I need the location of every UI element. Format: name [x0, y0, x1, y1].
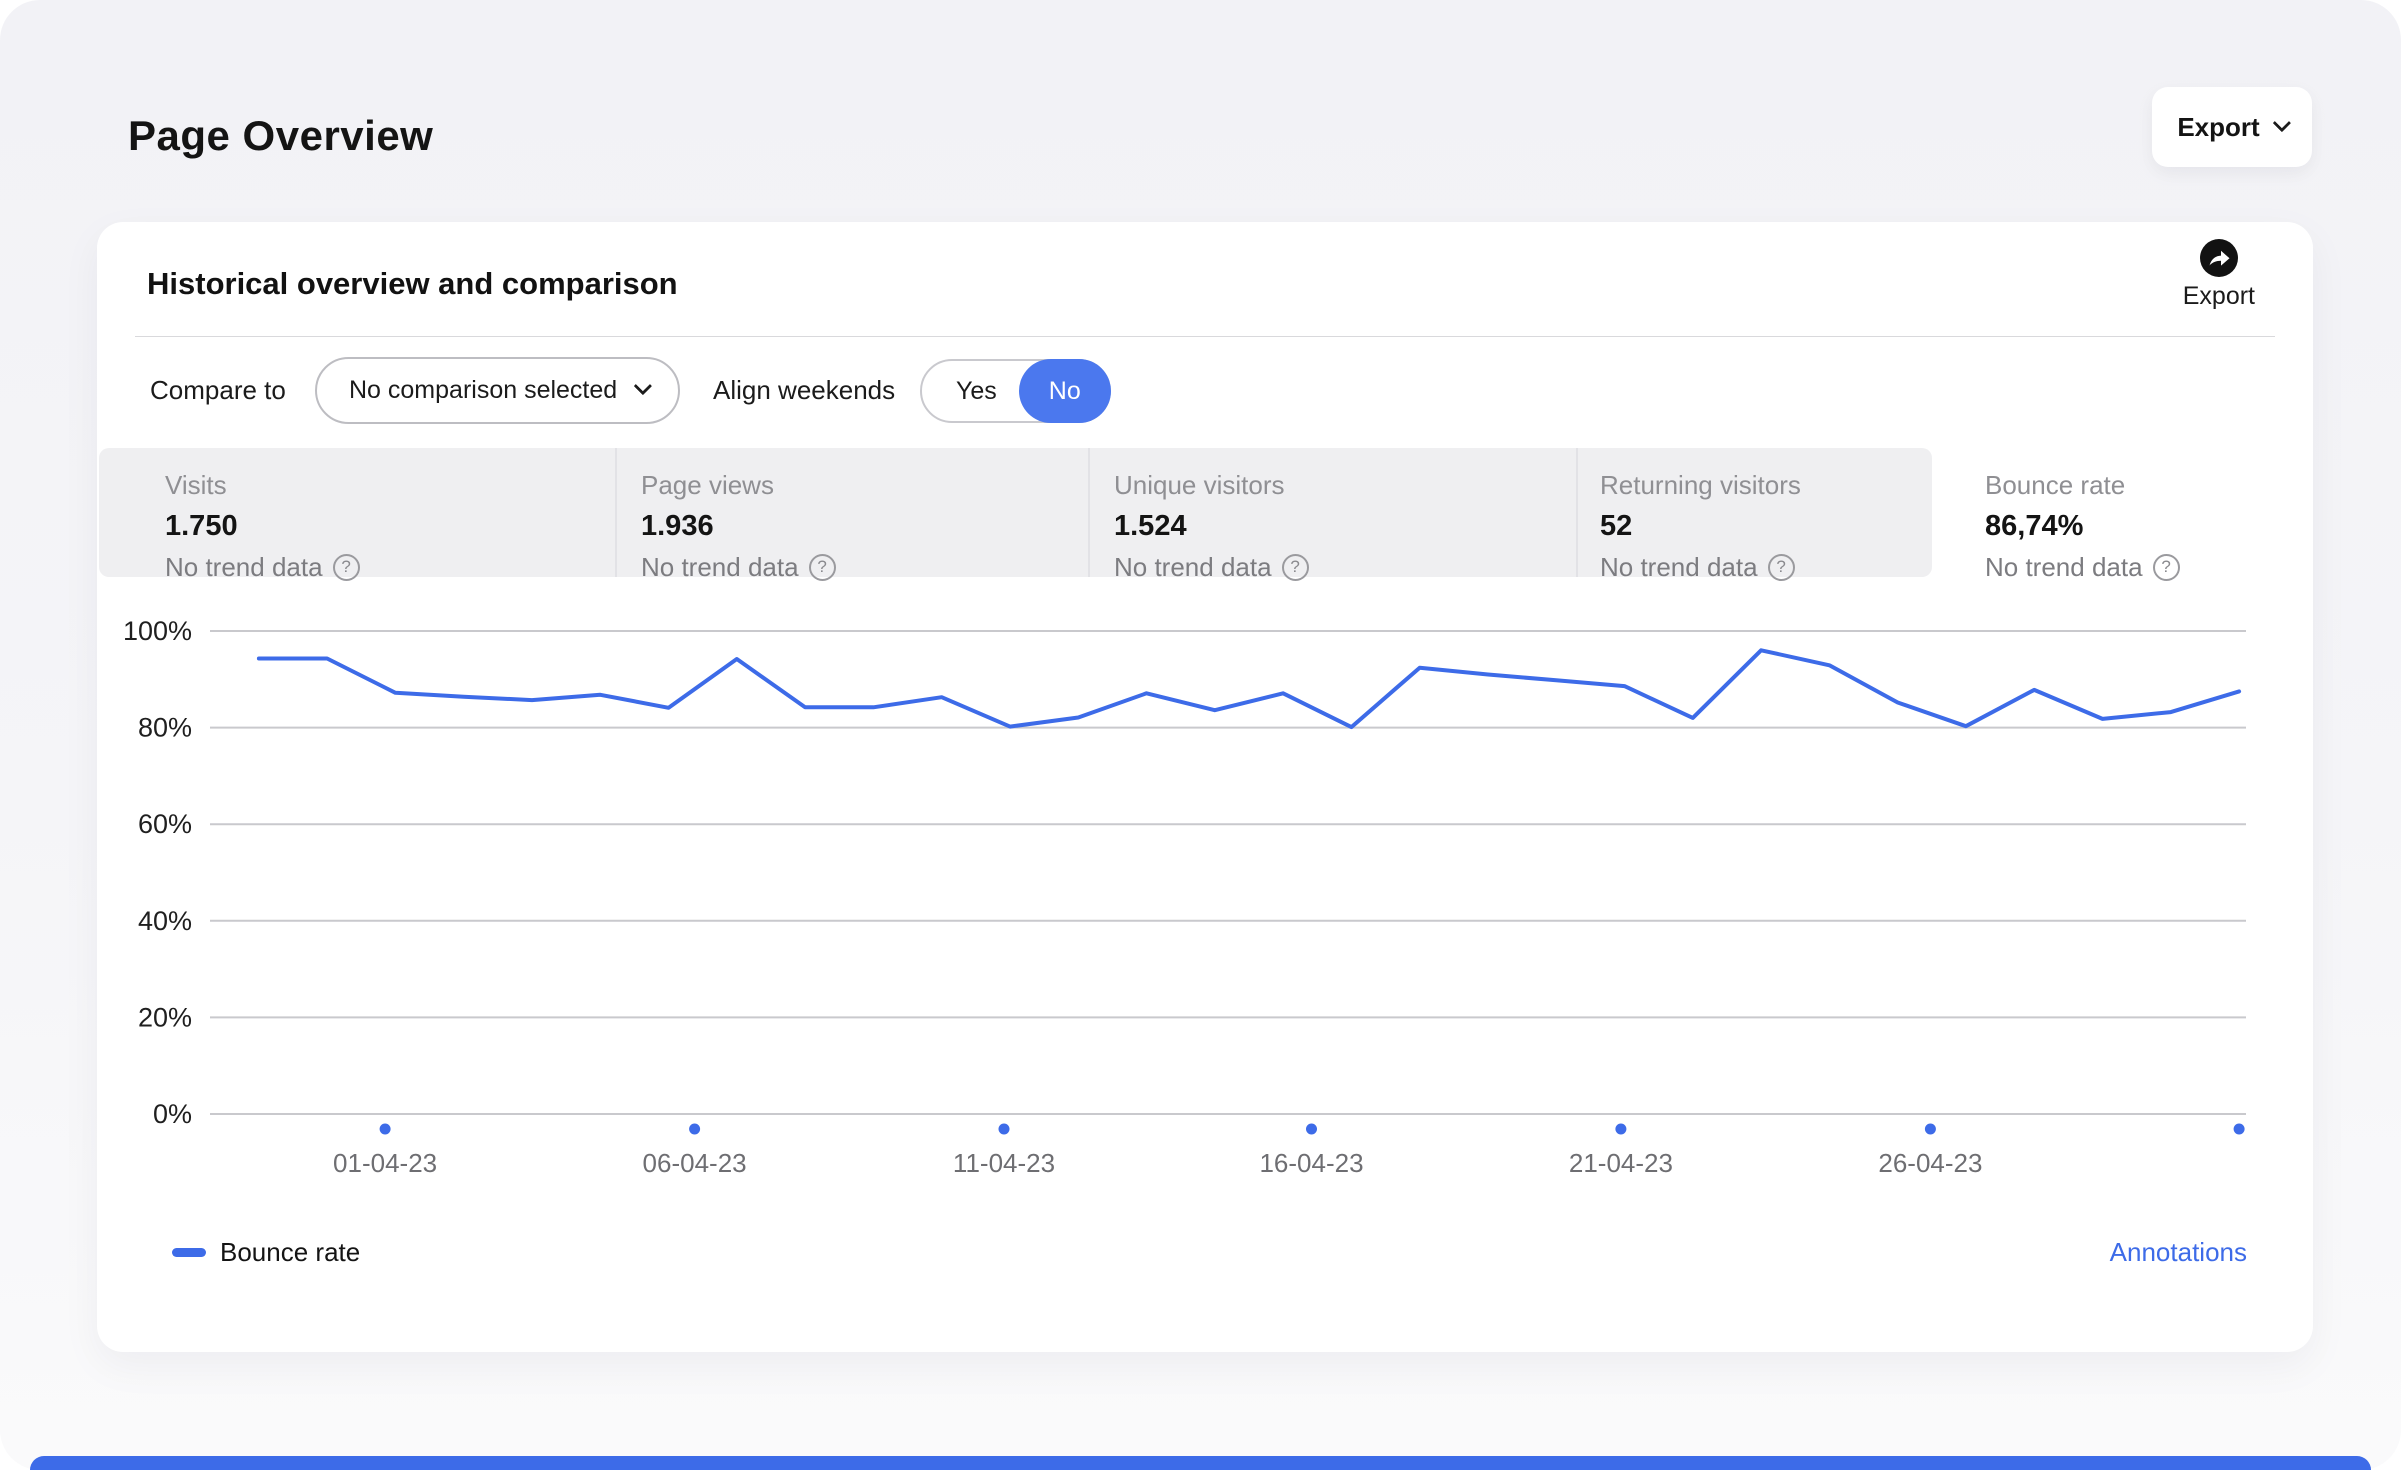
chart-canvas: 100% 80% 60% 40% 20% 0% 01-04-23 06-04-23 11-04-…	[110, 615, 2250, 1190]
x-axis-tick-label: 11-04-23	[953, 1148, 1055, 1178]
header-divider	[135, 336, 2275, 337]
legend-item-bounce-rate: Bounce rate	[172, 1237, 360, 1268]
y-axis-tick-label: 0%	[153, 1099, 192, 1129]
stat-trend: No trend data	[1600, 546, 1758, 588]
align-weekends-toggle[interactable]: Yes No	[920, 359, 1111, 423]
bounce-rate-line	[259, 650, 2239, 727]
x-axis-tick-dot	[1615, 1124, 1626, 1135]
x-axis-tick-dot	[1306, 1124, 1317, 1135]
compare-to-label: Compare to	[150, 375, 286, 406]
stat-tile-visits[interactable]: Visits 1.750 No trend data	[99, 448, 617, 577]
annotations-link[interactable]: Annotations	[2110, 1237, 2247, 1268]
chart-controls: Compare to No comparison selected Align …	[97, 355, 2313, 427]
x-axis-tick-label: 06-04-23	[643, 1148, 747, 1178]
toggle-yes-option[interactable]: Yes	[922, 361, 1021, 421]
x-axis-tick-label: 26-04-23	[1878, 1148, 1982, 1178]
comparison-dropdown[interactable]: No comparison selected	[315, 357, 680, 424]
stat-label: Page views	[641, 464, 1090, 506]
bounce-rate-chart: 100% 80% 60% 40% 20% 0% 01-04-23 06-04-23 11-04-…	[110, 615, 2250, 1190]
stat-label: Visits	[165, 464, 617, 506]
bottom-blue-strip	[30, 1456, 2371, 1470]
stat-trend: No trend data	[641, 546, 799, 588]
card-export-label: Export	[2183, 282, 2255, 311]
x-axis-tick-label: 16-04-23	[1259, 1148, 1363, 1178]
stat-trend: No trend data	[165, 546, 323, 588]
x-axis-tick-label: 21-04-23	[1569, 1148, 1673, 1178]
stat-trend: No trend data	[1114, 546, 1272, 588]
stat-label: Returning visitors	[1600, 464, 1932, 506]
toggle-no-option[interactable]: No	[1019, 359, 1111, 423]
stat-value: 1.750	[165, 506, 617, 546]
y-axis-tick-label: 40%	[138, 906, 192, 936]
x-axis-tick-dot	[1925, 1124, 1936, 1135]
page-background: Page Overview Export Historical overview…	[0, 0, 2401, 1470]
help-icon	[333, 554, 360, 581]
y-axis-tick-label: 20%	[138, 1002, 192, 1032]
x-axis-tick-dot	[999, 1124, 1010, 1135]
stat-tile-page-views[interactable]: Page views 1.936 No trend data	[617, 448, 1090, 577]
share-export-icon	[2199, 238, 2239, 278]
page-title: Page Overview	[128, 112, 433, 160]
y-axis-tick-label: 60%	[138, 809, 192, 839]
chevron-down-icon	[634, 377, 652, 395]
historical-overview-card: Historical overview and comparison Expor…	[97, 222, 2313, 1352]
x-axis-tick-dot	[380, 1124, 391, 1135]
y-axis-tick-label: 80%	[138, 713, 192, 743]
chevron-down-icon	[2272, 113, 2290, 131]
card-title: Historical overview and comparison	[147, 266, 678, 302]
stat-value: 1.524	[1114, 506, 1578, 546]
stat-value: 52	[1600, 506, 1932, 546]
export-button[interactable]: Export	[2152, 87, 2312, 167]
stat-trend: No trend data	[1985, 546, 2143, 588]
stats-row: Visits 1.750 No trend data Page views 1.…	[99, 448, 2311, 577]
stat-value: 86,74%	[1985, 506, 2311, 546]
help-icon	[2153, 554, 2180, 581]
stat-tile-unique-visitors[interactable]: Unique visitors 1.524 No trend data	[1090, 448, 1578, 577]
stat-tile-returning-visitors[interactable]: Returning visitors 52 No trend data	[1578, 448, 1932, 577]
y-axis-tick-label: 100%	[123, 616, 192, 646]
help-icon	[1768, 554, 1795, 581]
help-icon	[809, 554, 836, 581]
align-weekends-label: Align weekends	[713, 375, 895, 406]
x-axis-tick-dot	[2234, 1124, 2245, 1135]
stat-value: 1.936	[641, 506, 1090, 546]
x-axis-tick-label: 01-04-23	[333, 1148, 437, 1178]
legend-swatch	[172, 1248, 206, 1257]
comparison-dropdown-value: No comparison selected	[349, 376, 617, 405]
stat-tile-bounce-rate[interactable]: Bounce rate 86,74% No trend data	[1932, 448, 2311, 577]
chart-footer: Bounce rate Annotations	[97, 1227, 2313, 1287]
stat-label: Bounce rate	[1985, 464, 2311, 506]
export-button-label: Export	[2177, 112, 2259, 143]
x-axis-tick-dot	[689, 1124, 700, 1135]
stat-label: Unique visitors	[1114, 464, 1578, 506]
card-export-action[interactable]: Export	[2183, 238, 2255, 311]
legend-label: Bounce rate	[220, 1237, 360, 1268]
help-icon	[1282, 554, 1309, 581]
